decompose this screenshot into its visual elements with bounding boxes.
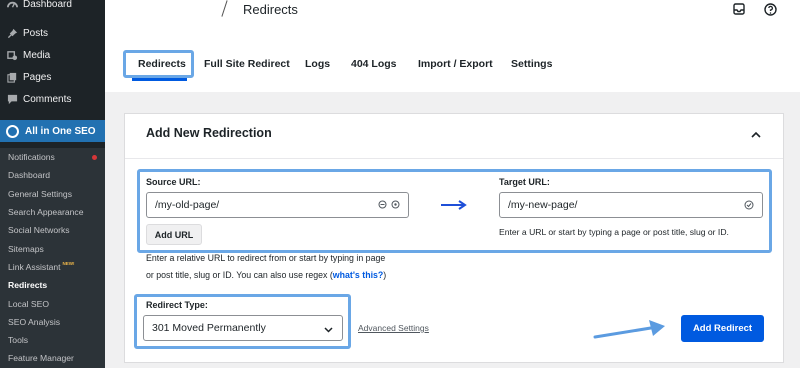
- sidebar-item-label: Pages: [23, 71, 52, 83]
- page-title: Redirects: [243, 2, 298, 17]
- media-icon: [6, 49, 18, 61]
- notification-dot-icon: [92, 154, 97, 160]
- sidebar-item-media[interactable]: Media: [0, 45, 105, 65]
- sidebar-item-comments[interactable]: Comments: [0, 89, 105, 109]
- comments-icon: [6, 93, 18, 105]
- submenu-item-feature-manager[interactable]: Feature Manager: [0, 349, 105, 367]
- submenu-item-label: Feature Manager: [8, 353, 74, 364]
- page-header: Redirects: [105, 0, 800, 30]
- tab-highlight-box: [123, 50, 194, 78]
- admin-sidebar: Dashboard Posts Media Pages Comments All…: [0, 0, 105, 368]
- submenu-item-search-appearance[interactable]: Search Appearance: [0, 203, 105, 221]
- source-help-close-paren: ): [383, 270, 387, 280]
- submenu-item-tools[interactable]: Tools: [0, 331, 105, 349]
- sidebar-item-label: Media: [23, 49, 51, 61]
- tab-404-logs[interactable]: 404 Logs: [351, 58, 397, 70]
- submenu-item-label: Tools: [8, 335, 29, 346]
- submenu-item-local-seo[interactable]: Local SEO: [0, 294, 105, 312]
- dashboard-icon: [6, 0, 18, 10]
- new-badge: NEW!: [62, 261, 75, 267]
- submenu-item-label: Notifications: [8, 152, 55, 163]
- submenu-item-label: Local SEO: [8, 298, 50, 309]
- card-title: Add New Redirection: [146, 126, 272, 140]
- submenu-item-notifications[interactable]: Notifications: [0, 148, 105, 166]
- source-help-text: or post title, slug or ID. You can also …: [146, 270, 333, 280]
- redirect-type-highlight-box: [134, 294, 351, 349]
- submenu-item-sitemaps[interactable]: Sitemaps: [0, 239, 105, 257]
- sidebar-item-dashboard[interactable]: Dashboard: [0, 0, 105, 14]
- submenu-item-label: Social Networks: [8, 225, 70, 236]
- inbox-icon[interactable]: [732, 2, 746, 16]
- whats-this-link[interactable]: what's this?: [333, 270, 383, 280]
- sidebar-item-all-in-one-seo[interactable]: All in One SEO: [0, 120, 105, 142]
- submenu-item-label: General Settings: [8, 188, 73, 199]
- submenu-item-seo-analysis[interactable]: SEO Analysis: [0, 313, 105, 331]
- source-help-line-2: or post title, slug or ID. You can also …: [146, 267, 486, 284]
- submenu-item-dashboard[interactable]: Dashboard: [0, 166, 105, 184]
- title-separator: [221, 0, 228, 17]
- submenu-item-redirects[interactable]: Redirects: [0, 276, 105, 294]
- sidebar-item-pages[interactable]: Pages: [0, 67, 105, 87]
- tab-full-site-redirect[interactable]: Full Site Redirect: [204, 58, 290, 70]
- pointer-arrow-icon: [593, 317, 669, 346]
- submenu-item-link-assistant[interactable]: Link Assistant NEW!: [0, 258, 105, 276]
- help-icon[interactable]: [763, 2, 777, 16]
- aioseo-logo-icon: [6, 124, 19, 138]
- aioseo-submenu: Notifications Dashboard General Settings…: [0, 148, 105, 368]
- sidebar-item-label: Dashboard: [23, 0, 72, 10]
- chevron-up-icon[interactable]: [751, 126, 761, 144]
- sidebar-item-label: Comments: [23, 93, 72, 105]
- sidebar-item-label: Posts: [23, 27, 49, 39]
- sidebar-item-posts[interactable]: Posts: [0, 23, 105, 43]
- submenu-item-label: SEO Analysis: [8, 316, 61, 327]
- source-url-help: Enter a relative URL to redirect from or…: [146, 250, 486, 284]
- card-divider: [125, 158, 783, 159]
- pin-icon: [6, 27, 18, 39]
- sidebar-item-label: All in One SEO: [25, 125, 96, 137]
- tab-settings[interactable]: Settings: [511, 58, 552, 70]
- tab-import-export[interactable]: Import / Export: [418, 58, 493, 70]
- tab-bar: Redirects Full Site Redirect Logs 404 Lo…: [105, 30, 800, 92]
- pages-icon: [6, 71, 18, 83]
- active-tab-indicator: [132, 78, 187, 81]
- url-fields-highlight-box: [137, 169, 772, 253]
- advanced-settings-link[interactable]: Advanced Settings: [358, 323, 429, 333]
- submenu-item-general-settings[interactable]: General Settings: [0, 185, 105, 203]
- submenu-item-label: Search Appearance: [8, 207, 84, 218]
- tab-logs[interactable]: Logs: [305, 58, 330, 70]
- submenu-item-label: Sitemaps: [8, 243, 44, 254]
- submenu-item-label: Link Assistant: [8, 261, 61, 272]
- add-redirect-button[interactable]: Add Redirect: [681, 315, 764, 342]
- submenu-item-social-networks[interactable]: Social Networks: [0, 221, 105, 239]
- submenu-item-label: Redirects: [8, 280, 48, 291]
- submenu-item-label: Dashboard: [8, 170, 51, 181]
